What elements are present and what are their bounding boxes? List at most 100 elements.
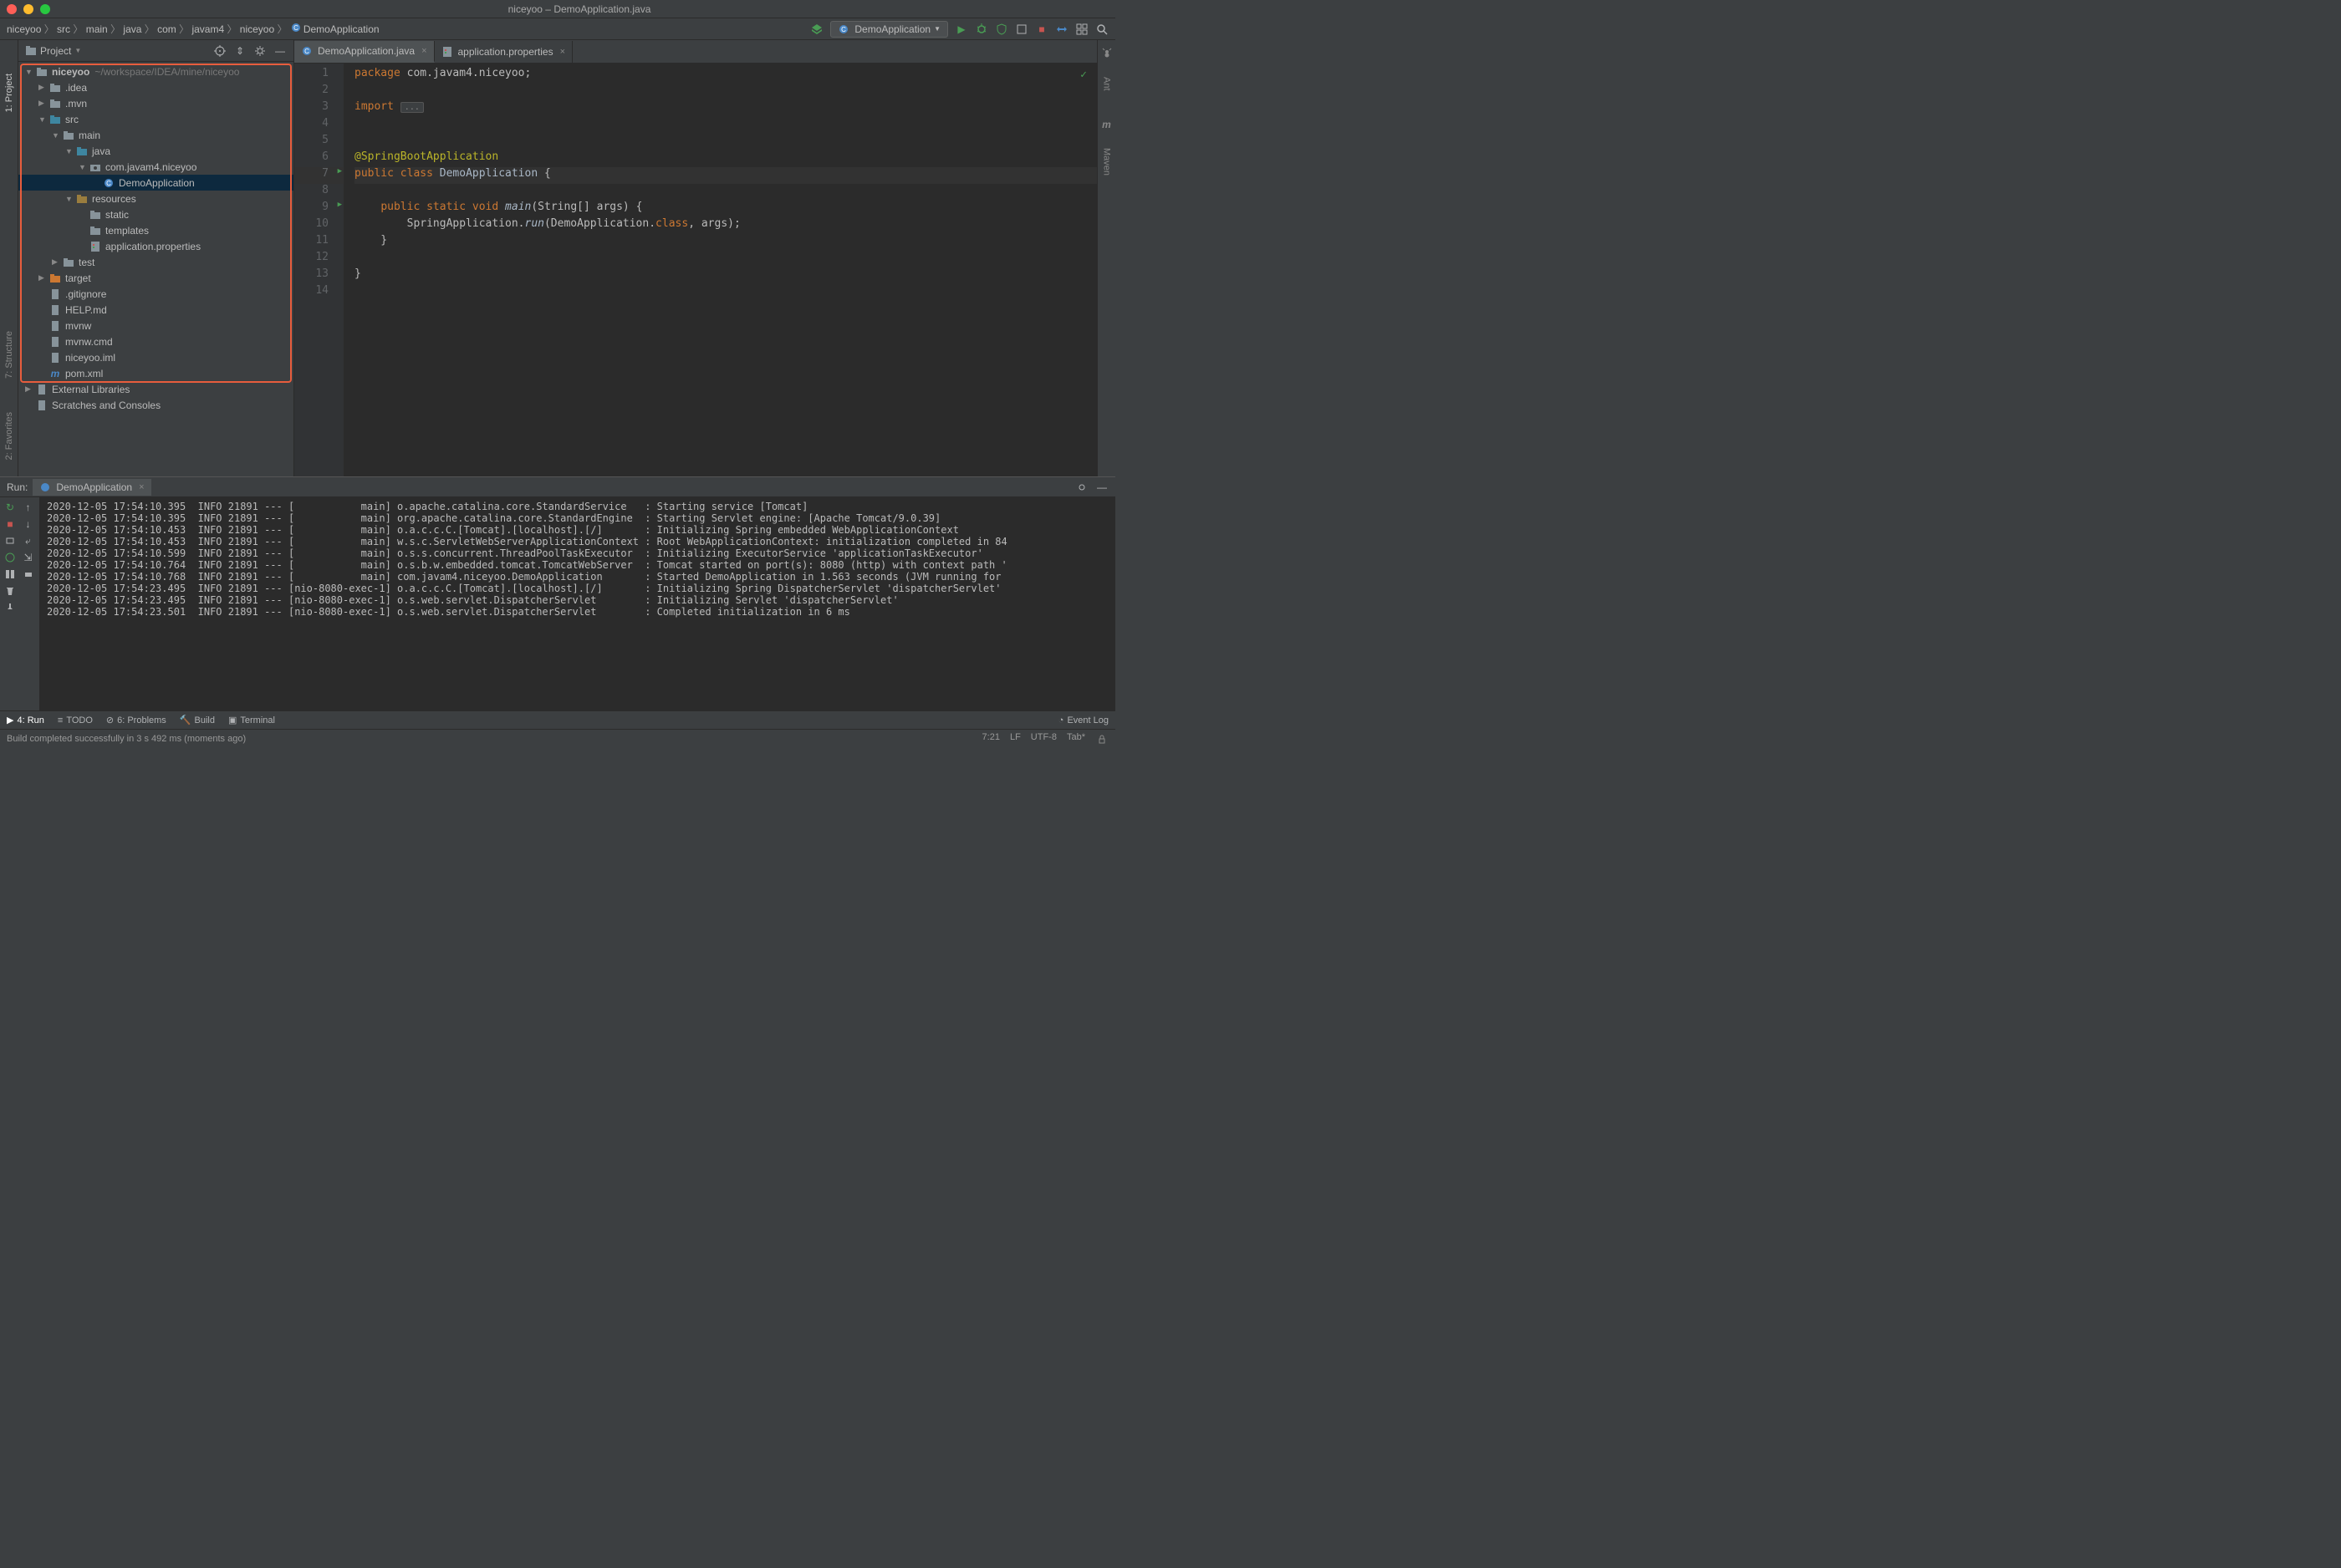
tree-item[interactable]: ▼main: [18, 127, 293, 143]
down-icon[interactable]: ↓: [22, 517, 35, 531]
close-window[interactable]: [7, 4, 17, 14]
minimize-window[interactable]: [23, 4, 33, 14]
editor[interactable]: 1234567▶89▶1011121314 ✓ package com.java…: [294, 64, 1097, 476]
code-line[interactable]: import ...: [354, 100, 1097, 117]
tree-item[interactable]: CDemoApplication: [18, 175, 293, 191]
line-separator[interactable]: LF: [1010, 732, 1021, 746]
code-line[interactable]: [354, 184, 1097, 201]
dump-icon[interactable]: [3, 534, 17, 547]
code-area[interactable]: ✓ package com.javam4.niceyoo; import ... @…: [344, 64, 1097, 476]
breadcrumb-item[interactable]: src: [57, 23, 70, 35]
tree-item[interactable]: mvnw: [18, 318, 293, 333]
editor-tab[interactable]: application.properties×: [435, 41, 574, 63]
tree-item[interactable]: mpom.xml: [18, 365, 293, 381]
breadcrumb-item[interactable]: niceyoo: [240, 23, 274, 35]
maximize-window[interactable]: [40, 4, 50, 14]
run-configuration-selector[interactable]: C DemoApplication ▼: [830, 21, 948, 38]
code-line[interactable]: }: [354, 234, 1097, 251]
line-number[interactable]: 4: [294, 117, 344, 134]
code-line[interactable]: @SpringBootApplication: [354, 150, 1097, 167]
caret-position[interactable]: 7:21: [982, 732, 1000, 746]
tree-arrow-icon[interactable]: ▶: [38, 83, 48, 92]
coverage-button[interactable]: [995, 23, 1008, 36]
line-number[interactable]: 13: [294, 267, 344, 284]
close-icon[interactable]: ×: [421, 46, 426, 56]
favorites-tool-button[interactable]: 2: Favorites: [4, 412, 14, 460]
code-line[interactable]: [354, 284, 1097, 301]
line-number[interactable]: 1: [294, 67, 344, 84]
line-number[interactable]: 3: [294, 100, 344, 117]
line-number[interactable]: 5: [294, 134, 344, 150]
expand-all-icon[interactable]: ⇕: [233, 44, 247, 58]
tree-item[interactable]: static: [18, 206, 293, 222]
search-everywhere-icon[interactable]: [1075, 23, 1089, 36]
code-line[interactable]: [354, 84, 1097, 100]
tree-item[interactable]: ▶.idea: [18, 79, 293, 95]
tree-item[interactable]: ▶.mvn: [18, 95, 293, 111]
ant-tool-button[interactable]: Ant: [1102, 77, 1112, 91]
tree-item[interactable]: ▶test: [18, 254, 293, 270]
event-log-button[interactable]: ◔ Event Log: [1058, 715, 1109, 725]
line-number[interactable]: 6: [294, 150, 344, 167]
debug-button[interactable]: [975, 23, 988, 36]
inspection-check-icon[interactable]: ✓: [1080, 69, 1087, 81]
structure-tool-button[interactable]: 7: Structure: [4, 331, 14, 379]
profile-button[interactable]: [1015, 23, 1028, 36]
hide-icon[interactable]: —: [1095, 481, 1109, 494]
run-button[interactable]: ▶: [955, 23, 968, 36]
code-line[interactable]: [354, 117, 1097, 134]
code-line[interactable]: }: [354, 267, 1097, 284]
code-line[interactable]: SpringApplication.run(DemoApplication.cl…: [354, 217, 1097, 234]
run-tab[interactable]: DemoApplication ×: [33, 479, 150, 496]
tree-arrow-icon[interactable]: ▼: [38, 115, 48, 124]
line-number[interactable]: 7▶: [294, 167, 344, 184]
tree-item[interactable]: application.properties: [18, 238, 293, 254]
line-number[interactable]: 14: [294, 284, 344, 301]
tree-item[interactable]: mvnw.cmd: [18, 333, 293, 349]
tree-arrow-icon[interactable]: ▼: [25, 68, 35, 76]
exit-icon[interactable]: [3, 551, 17, 564]
line-number[interactable]: 11: [294, 234, 344, 251]
delete-icon[interactable]: [3, 584, 17, 598]
maven-tool-button[interactable]: Maven: [1102, 148, 1112, 176]
tree-item[interactable]: ▼resources: [18, 191, 293, 206]
terminal-tool-button[interactable]: ▣ Terminal: [228, 715, 275, 725]
close-icon[interactable]: ×: [560, 47, 565, 57]
problems-tool-button[interactable]: ⊘ 6: Problems: [106, 715, 166, 725]
tree-item[interactable]: niceyoo.iml: [18, 349, 293, 365]
scroll-icon[interactable]: ⇲: [22, 551, 35, 564]
tree-arrow-icon[interactable]: ▼: [52, 131, 62, 140]
breadcrumb-item[interactable]: CDemoApplication: [290, 23, 380, 35]
project-tree[interactable]: ▼niceyoo~/workspace/IDEA/mine/niceyoo▶.i…: [18, 62, 293, 476]
maven-icon[interactable]: m: [1100, 118, 1114, 131]
stop-button[interactable]: ■: [1035, 23, 1048, 36]
wrap-icon[interactable]: ⤶: [22, 534, 35, 547]
code-line[interactable]: public static void main(String[] args) {: [354, 201, 1097, 217]
print-icon[interactable]: [22, 568, 35, 581]
gutter[interactable]: 1234567▶89▶1011121314: [294, 64, 344, 476]
code-line[interactable]: public class DemoApplication {: [354, 167, 1097, 184]
line-number[interactable]: 8: [294, 184, 344, 201]
breadcrumb-item[interactable]: main: [86, 23, 108, 35]
project-tool-button[interactable]: 1: Project: [4, 74, 14, 112]
stop-icon[interactable]: ■: [3, 517, 17, 531]
line-number[interactable]: 10: [294, 217, 344, 234]
rerun-icon[interactable]: ↻: [3, 501, 17, 514]
todo-tool-button[interactable]: ≡ TODO: [58, 715, 93, 725]
code-line[interactable]: package com.javam4.niceyoo;: [354, 67, 1097, 84]
breadcrumb-item[interactable]: java: [123, 23, 141, 35]
tree-item[interactable]: ▼src: [18, 111, 293, 127]
code-line[interactable]: [354, 134, 1097, 150]
tree-item[interactable]: templates: [18, 222, 293, 238]
build-tool-button[interactable]: 🔨 Build: [180, 715, 215, 725]
build-icon[interactable]: [810, 23, 824, 36]
tree-item[interactable]: .gitignore: [18, 286, 293, 302]
run-tool-button[interactable]: ▶ 4: Run: [7, 715, 44, 725]
line-number[interactable]: 12: [294, 251, 344, 267]
tree-arrow-icon[interactable]: ▶: [38, 273, 48, 283]
search-icon[interactable]: [1095, 23, 1109, 36]
breadcrumb-item[interactable]: niceyoo: [7, 23, 41, 35]
tree-root[interactable]: ▼niceyoo~/workspace/IDEA/mine/niceyoo: [18, 64, 293, 79]
line-number[interactable]: 2: [294, 84, 344, 100]
tree-arrow-icon[interactable]: ▼: [65, 147, 75, 155]
